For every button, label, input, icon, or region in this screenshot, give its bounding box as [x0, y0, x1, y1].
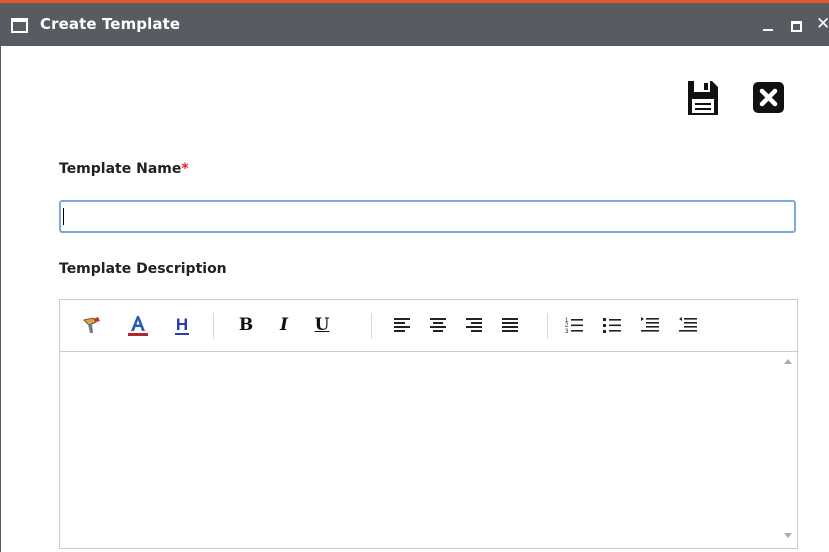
- italic-icon: I: [280, 315, 288, 335]
- highlight-button[interactable]: H: [168, 310, 196, 340]
- font-color-button[interactable]: [124, 310, 152, 340]
- maximize-icon[interactable]: [791, 21, 802, 32]
- template-description-label: Template Description: [59, 261, 227, 277]
- font-color-icon: [128, 316, 148, 336]
- save-button[interactable]: [686, 79, 720, 117]
- indent-icon: [641, 317, 659, 332]
- window-icon: [11, 18, 28, 33]
- template-name-label-text: Template Name: [59, 161, 182, 177]
- align-justify-button[interactable]: [496, 310, 524, 340]
- format-painter-button[interactable]: [78, 310, 106, 340]
- rich-text-editor: H B I U 1 2 3: [59, 299, 798, 549]
- align-center-icon: [430, 318, 446, 332]
- close-box-icon: [753, 82, 784, 113]
- editor-scrollbar[interactable]: [779, 352, 797, 548]
- window-title: Create Template: [40, 15, 181, 33]
- cancel-button[interactable]: [752, 81, 785, 114]
- description-editor-area[interactable]: [60, 352, 779, 548]
- svg-text:H: H: [176, 315, 188, 334]
- outdent-button[interactable]: [674, 310, 702, 340]
- italic-button[interactable]: I: [270, 310, 298, 340]
- unordered-list-icon: [603, 318, 621, 333]
- close-icon[interactable]: ✕: [816, 14, 829, 34]
- align-center-button[interactable]: [424, 310, 452, 340]
- bold-button[interactable]: B: [232, 310, 260, 340]
- underline-icon: U: [314, 315, 330, 335]
- unordered-list-button[interactable]: [598, 310, 626, 340]
- align-left-icon: [394, 318, 410, 332]
- svg-text:3: 3: [565, 329, 569, 334]
- create-template-window: Create Template ✕ Template Name* Templat…: [0, 3, 829, 552]
- template-name-label: Template Name*: [59, 161, 189, 177]
- indent-button[interactable]: [636, 310, 664, 340]
- toolbar-separator: [213, 313, 214, 339]
- minimize-icon[interactable]: [763, 29, 773, 31]
- bold-icon: B: [238, 315, 254, 335]
- align-justify-icon: [502, 318, 518, 332]
- toolbar-separator: [371, 313, 372, 339]
- ordered-list-button[interactable]: 1 2 3: [560, 310, 588, 340]
- required-mark: *: [181, 161, 189, 177]
- align-right-icon: [466, 318, 482, 332]
- editor-toolbar: H B I U 1 2 3: [60, 300, 797, 352]
- template-name-input[interactable]: [59, 200, 796, 233]
- save-floppy-icon: [688, 81, 718, 115]
- scroll-down-arrow-icon[interactable]: [784, 533, 792, 538]
- underline-button[interactable]: U: [308, 310, 336, 340]
- outdent-icon: [679, 317, 697, 332]
- toolbar-separator: [547, 313, 548, 339]
- scroll-up-arrow-icon[interactable]: [784, 359, 792, 364]
- highlight-icon: H: [175, 315, 189, 335]
- align-left-button[interactable]: [388, 310, 416, 340]
- align-right-button[interactable]: [460, 310, 488, 340]
- text-caret: [63, 208, 64, 225]
- title-bar[interactable]: Create Template ✕: [1, 3, 829, 46]
- format-painter-icon: [83, 317, 100, 333]
- ordered-list-icon: 1 2 3: [565, 318, 583, 334]
